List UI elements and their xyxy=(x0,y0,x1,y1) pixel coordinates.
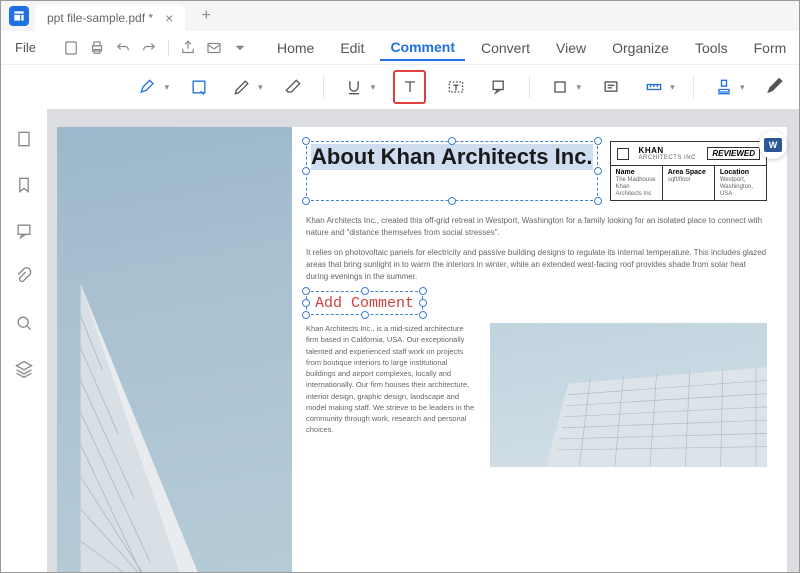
chevron-down-icon[interactable]: ▾ xyxy=(258,82,263,93)
info-location-label: Location xyxy=(720,169,761,176)
brand-subtitle: ARCHITECTS INC xyxy=(639,155,696,161)
underline-tool[interactable] xyxy=(342,73,367,101)
save-icon[interactable] xyxy=(62,39,80,57)
callout-tool[interactable] xyxy=(487,73,512,101)
paragraph-3: Khan Architects Inc., is a mid-sized arc… xyxy=(306,323,476,467)
area-highlight-tool[interactable] xyxy=(187,73,212,101)
menu-convert[interactable]: Convert xyxy=(471,36,540,60)
file-menu[interactable]: File xyxy=(11,38,40,57)
word-icon: W xyxy=(764,138,782,152)
thumbnails-icon[interactable] xyxy=(14,129,34,149)
menu-comment[interactable]: Comment xyxy=(380,35,465,61)
attachments-icon[interactable] xyxy=(14,267,34,287)
brand-name: KHAN xyxy=(639,146,696,155)
eraser-tool[interactable] xyxy=(281,73,306,101)
hero-image xyxy=(57,127,292,572)
titlebar: ppt file-sample.pdf * × + xyxy=(1,1,799,31)
document-title: About Khan Architects Inc. xyxy=(311,144,593,170)
pencil-tool[interactable] xyxy=(230,73,255,101)
menubar: File Home Edit Comment Convert View Orga… xyxy=(1,31,799,65)
menu-view[interactable]: View xyxy=(546,36,596,60)
info-block: KHAN ARCHITECTS INC REVIEWED NameThe Mad… xyxy=(610,141,767,201)
redo-icon[interactable] xyxy=(140,39,158,57)
chevron-down-icon[interactable]: ▾ xyxy=(577,82,582,93)
note-tool[interactable] xyxy=(599,73,624,101)
info-name-label: Name xyxy=(616,169,657,176)
stamp-tool[interactable] xyxy=(712,73,737,101)
print-icon[interactable] xyxy=(88,39,106,57)
search-icon[interactable] xyxy=(14,313,34,333)
info-area-label: Area Space xyxy=(668,169,709,176)
pdf-page: About Khan Architects Inc. KHAN ARCHITEC… xyxy=(57,127,787,572)
brand-logo-icon xyxy=(617,148,629,160)
menu-tools[interactable]: Tools xyxy=(685,36,738,60)
chevron-down-icon[interactable]: ▾ xyxy=(371,82,376,93)
bookmarks-icon[interactable] xyxy=(14,175,34,195)
app-logo-icon xyxy=(9,6,29,26)
undo-icon[interactable] xyxy=(114,39,132,57)
layers-icon[interactable] xyxy=(14,359,34,379)
new-tab-button[interactable]: + xyxy=(197,7,215,25)
text-box-tool[interactable] xyxy=(444,73,469,101)
paragraph-2: It relies on photovoltaic panels for ele… xyxy=(306,247,767,283)
close-tab-icon[interactable]: × xyxy=(165,10,173,26)
title-selection-box[interactable]: About Khan Architects Inc. xyxy=(306,141,598,201)
signature-tool[interactable] xyxy=(763,73,788,101)
share-icon[interactable] xyxy=(179,39,197,57)
quick-access-toolbar xyxy=(62,39,249,57)
paragraph-1: Khan Architects Inc., created this off-g… xyxy=(306,215,767,239)
comment-toolbar: ▾ ▾ ▾ ▾ ▾ ▾ xyxy=(1,65,799,109)
email-icon[interactable] xyxy=(205,39,223,57)
measure-tool[interactable] xyxy=(642,73,667,101)
comment-text: Add Comment xyxy=(315,295,414,312)
chevron-down-icon[interactable]: ▾ xyxy=(165,82,170,93)
info-area-value: sqft/floor xyxy=(668,177,691,183)
highlight-tool[interactable] xyxy=(136,73,161,101)
word-export-badge[interactable]: W xyxy=(759,131,787,159)
info-name-value: The Madhouse Khan Architects Inc xyxy=(616,177,656,197)
info-location-value: Westport, Washington, USA xyxy=(720,177,753,197)
chevron-down-icon[interactable]: ▾ xyxy=(670,82,675,93)
document-tab[interactable]: ppt file-sample.pdf * × xyxy=(35,5,185,31)
comment-annotation[interactable]: Add Comment xyxy=(306,291,423,315)
text-comment-tool[interactable] xyxy=(393,70,426,104)
menu-home[interactable]: Home xyxy=(267,36,324,60)
reviewed-badge: REVIEWED xyxy=(707,147,760,160)
more-icon[interactable] xyxy=(231,39,249,57)
menu-organize[interactable]: Organize xyxy=(602,36,679,60)
menu-edit[interactable]: Edit xyxy=(330,36,374,60)
document-canvas[interactable]: About Khan Architects Inc. KHAN ARCHITEC… xyxy=(47,109,799,572)
chevron-down-icon[interactable]: ▾ xyxy=(740,82,745,93)
comments-panel-icon[interactable] xyxy=(14,221,34,241)
menu-form[interactable]: Form xyxy=(744,36,797,60)
shapes-tool[interactable] xyxy=(548,73,573,101)
left-sidebar xyxy=(1,109,47,572)
tab-title: ppt file-sample.pdf * xyxy=(47,11,153,25)
secondary-image xyxy=(490,323,767,467)
